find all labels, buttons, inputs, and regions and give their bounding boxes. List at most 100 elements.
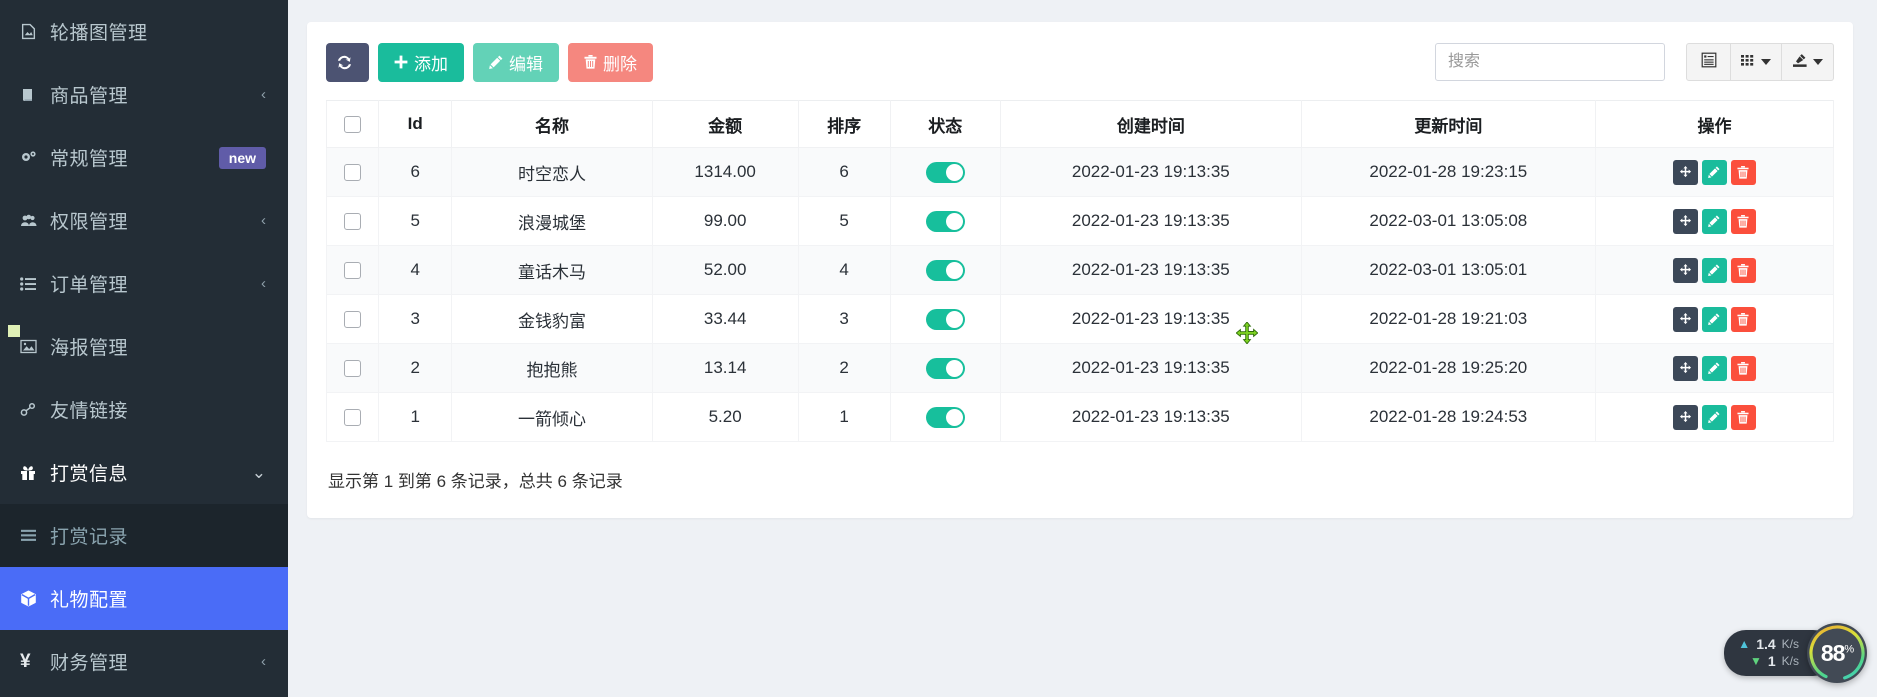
users-icon [20,213,50,229]
row-checkbox[interactable] [344,164,361,181]
table-row[interactable]: 4 童话木马 52.00 4 2022-01-23 19:13:35 2022-… [327,246,1834,295]
cell-created: 2022-01-23 19:13:35 [1000,246,1301,295]
refresh-icon [336,54,353,71]
book-icon [20,87,50,103]
table-row[interactable]: 6 时空恋人 1314.00 6 2022-01-23 19:13:35 202… [327,148,1834,197]
column-header-name[interactable]: 名称 [452,101,652,148]
upload-speed-unit: K/s [1782,636,1799,653]
edit-button[interactable]: 编辑 [473,43,559,82]
main-content: 添加 编辑 [288,0,1877,697]
sidebar-item-reward-info[interactable]: 打赏信息 ⌄ [0,441,288,504]
cell-id: 6 [378,148,452,197]
move-row-button[interactable] [1673,356,1698,381]
network-monitor-widget[interactable]: ▲ 1.4 K/s ▼ 1 K/s [1724,623,1867,683]
delete-row-button[interactable] [1731,405,1756,430]
table-row[interactable]: 2 抱抱熊 13.14 2 2022-01-23 19:13:35 2022-0… [327,344,1834,393]
add-button[interactable]: 添加 [378,43,464,82]
list-icon [20,277,50,291]
column-header-created[interactable]: 创建时间 [1000,101,1301,148]
column-header-updated[interactable]: 更新时间 [1301,101,1595,148]
link-icon [20,402,50,417]
sidebar-item-permissions[interactable]: 权限管理 ‹ [0,189,288,252]
column-header-amount[interactable]: 金额 [652,101,798,148]
row-select-cell [327,197,379,246]
sidebar-item-gift-config[interactable]: 礼物配置 [0,567,288,630]
delete-row-button[interactable] [1731,209,1756,234]
column-header-id[interactable]: Id [378,101,452,148]
chevron-left-icon: ‹ [261,213,266,228]
row-checkbox[interactable] [344,311,361,328]
cpu-usage-gauge[interactable]: 88% [1807,623,1867,683]
status-toggle[interactable] [926,260,965,281]
row-checkbox[interactable] [344,262,361,279]
move-row-button[interactable] [1673,307,1698,332]
cell-sort: 1 [798,393,890,442]
delete-button[interactable]: 删除 [568,43,653,82]
edit-row-button[interactable] [1702,356,1727,381]
delete-row-button[interactable] [1731,356,1756,381]
sidebar-item-label: 财务管理 [50,648,253,675]
row-select-cell [327,344,379,393]
status-toggle[interactable] [926,358,965,379]
image-file-icon [20,23,50,40]
cell-amount: 99.00 [652,197,798,246]
column-header-sort[interactable]: 排序 [798,101,890,148]
move-row-button[interactable] [1673,258,1698,283]
cell-sort: 5 [798,197,890,246]
table-row[interactable]: 3 金钱豹富 33.44 3 2022-01-23 19:13:35 2022-… [327,295,1834,344]
edit-row-button[interactable] [1702,405,1727,430]
export-icon [1792,53,1808,72]
cell-status [890,295,1000,344]
sidebar-item-orders[interactable]: 订单管理 ‹ [0,252,288,315]
cell-operations [1595,393,1833,442]
sidebar-item-label: 海报管理 [50,333,266,360]
status-toggle[interactable] [926,407,965,428]
row-checkbox[interactable] [344,409,361,426]
picture-icon [20,339,50,354]
export-button[interactable] [1782,43,1834,81]
list-view-button[interactable] [1686,43,1731,81]
cell-updated: 2022-03-01 13:05:01 [1301,246,1595,295]
select-all-checkbox[interactable] [344,116,361,133]
move-row-button[interactable] [1673,405,1698,430]
pagination-summary: 显示第 1 到第 6 条记录，总共 6 条记录 [326,467,1834,492]
table-row[interactable]: 1 一箭倾心 5.20 1 2022-01-23 19:13:35 2022-0… [327,393,1834,442]
row-checkbox[interactable] [344,213,361,230]
search-input[interactable] [1435,43,1665,81]
sidebar-item-reward-records[interactable]: 打赏记录 [0,504,288,567]
delete-row-button[interactable] [1731,307,1756,332]
move-row-button[interactable] [1673,209,1698,234]
bars-icon [20,529,50,542]
row-checkbox[interactable] [344,360,361,377]
grid-view-icon [1741,54,1756,71]
new-badge: new [219,147,266,169]
status-toggle[interactable] [926,162,965,183]
sidebar-item-poster[interactable]: 海报管理 [0,315,288,378]
admin-page: 轮播图管理 商品管理 ‹ 常规管理 new [0,0,1877,697]
move-row-button[interactable] [1673,160,1698,185]
sidebar-item-finance[interactable]: ¥ 财务管理 ‹ [0,630,288,693]
edit-label: 编辑 [509,50,543,75]
edit-row-button[interactable] [1702,160,1727,185]
refresh-button[interactable] [326,43,369,82]
grid-view-button[interactable] [1731,43,1782,81]
sidebar-item-goods[interactable]: 商品管理 ‹ [0,63,288,126]
download-speed-value: 1 [1768,653,1776,670]
sidebar-item-friendlinks[interactable]: 友情链接 [0,378,288,441]
cell-sort: 3 [798,295,890,344]
edit-row-button[interactable] [1702,209,1727,234]
edit-row-button[interactable] [1702,258,1727,283]
edit-row-button[interactable] [1702,307,1727,332]
sidebar-item-label: 友情链接 [50,396,266,423]
sidebar-item-carousel[interactable]: 轮播图管理 [0,0,288,63]
delete-row-button[interactable] [1731,258,1756,283]
table-row[interactable]: 5 浪漫城堡 99.00 5 2022-01-23 19:13:35 2022-… [327,197,1834,246]
cell-created: 2022-01-23 19:13:35 [1000,393,1301,442]
column-header-status[interactable]: 状态 [890,101,1000,148]
cell-id: 2 [378,344,452,393]
status-toggle[interactable] [926,309,965,330]
status-toggle[interactable] [926,211,965,232]
delete-row-button[interactable] [1731,160,1756,185]
chevron-left-icon: ‹ [261,654,266,669]
sidebar-item-general[interactable]: 常规管理 new [0,126,288,189]
